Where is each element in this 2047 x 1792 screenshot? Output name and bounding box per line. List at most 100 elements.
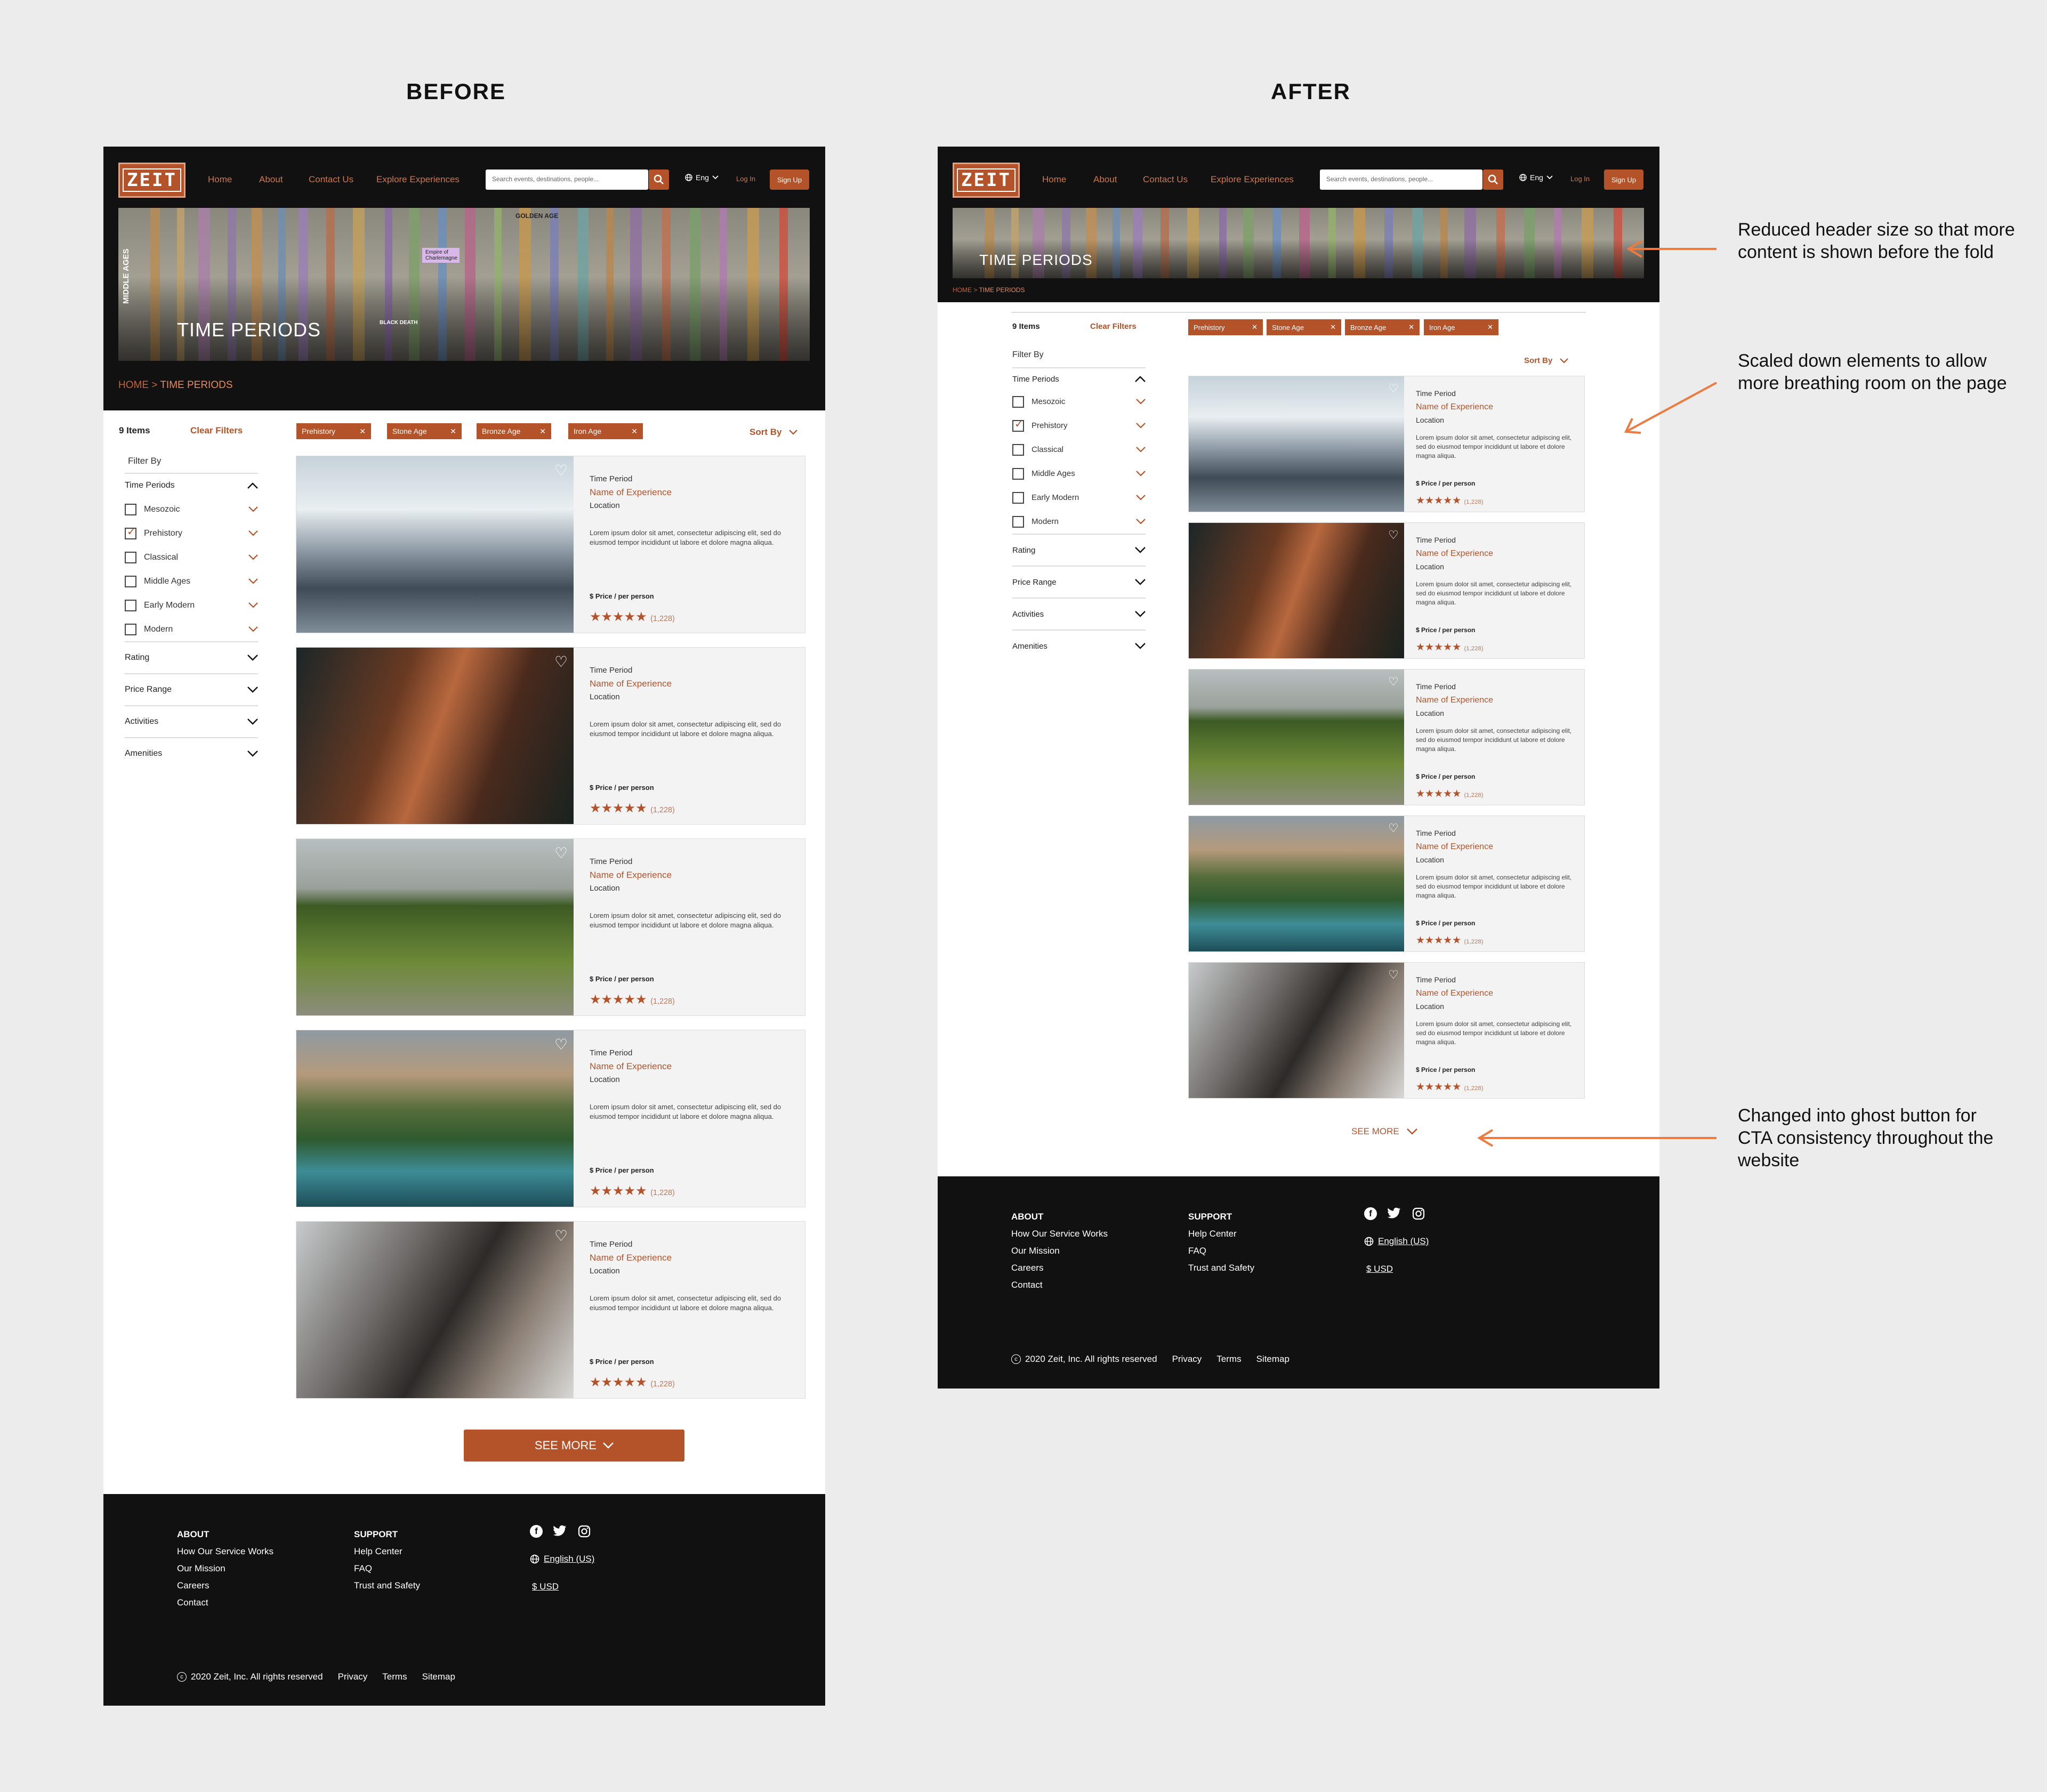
experience-image[interactable] [1189, 963, 1404, 1098]
filter-chip[interactable]: Stone Age ✕ [387, 423, 462, 439]
heart-icon[interactable]: ♡ [1388, 821, 1399, 835]
signup-button[interactable]: Sign Up [1604, 169, 1643, 190]
experience-card[interactable]: ♡ Time Period Name of Experience Locatio… [296, 838, 805, 1016]
login-link[interactable]: Log In [736, 175, 755, 183]
footer-currency[interactable]: $ USD [532, 1581, 559, 1592]
terms-link[interactable]: Terms [382, 1672, 407, 1682]
experience-card[interactable]: ♡ Time Period Name of Experience Locatio… [296, 1030, 805, 1207]
footer-link[interactable]: Trust and Safety [1188, 1260, 1254, 1277]
login-link[interactable]: Log In [1570, 175, 1590, 183]
heart-icon[interactable]: ♡ [1388, 968, 1399, 982]
twitter-icon[interactable] [1388, 1207, 1401, 1219]
rating-toggle[interactable]: Rating [125, 642, 258, 673]
nav-contact[interactable]: Contact Us [1143, 174, 1188, 185]
sitemap-link[interactable]: Sitemap [422, 1672, 455, 1682]
experience-card[interactable]: ♡ Time Period Name of Experience Locatio… [1188, 522, 1585, 659]
heart-icon[interactable]: ♡ [554, 462, 568, 479]
nav-about[interactable]: About [1093, 174, 1117, 185]
see-more-button[interactable]: SEE MORE [464, 1430, 684, 1462]
experience-card[interactable]: ♡ Time Period Name of Experience Locatio… [1188, 962, 1585, 1099]
experience-image[interactable] [1189, 816, 1404, 951]
sitemap-link[interactable]: Sitemap [1256, 1354, 1290, 1365]
nav-explore[interactable]: Explore Experiences [1211, 174, 1294, 185]
footer-link[interactable]: Trust and Safety [354, 1577, 420, 1594]
filter-chip[interactable]: Prehistory ✕ [296, 423, 371, 439]
search-button[interactable] [649, 169, 669, 190]
footer-link[interactable]: FAQ [1188, 1242, 1254, 1260]
footer-link[interactable]: Our Mission [1011, 1242, 1108, 1260]
nav-about[interactable]: About [259, 174, 283, 185]
footer-link[interactable]: Help Center [1188, 1225, 1254, 1242]
privacy-link[interactable]: Privacy [1172, 1354, 1202, 1365]
filter-chip[interactable]: Bronze Age ✕ [1345, 319, 1420, 335]
footer-link[interactable]: Our Mission [177, 1560, 273, 1577]
heart-icon[interactable]: ♡ [1388, 382, 1399, 395]
experience-image[interactable] [296, 839, 574, 1015]
facebook-icon[interactable]: f [1364, 1207, 1377, 1220]
footer-language[interactable]: English (US) [530, 1554, 594, 1564]
price-range-toggle[interactable]: Price Range [125, 674, 258, 705]
experience-card[interactable]: ♡ Time Period Name of Experience Locatio… [296, 1221, 805, 1399]
experience-card[interactable]: ♡ Time Period Name of Experience Locatio… [1188, 669, 1585, 805]
activities-toggle[interactable]: Activities [1012, 599, 1146, 629]
footer-link[interactable]: How Our Service Works [177, 1543, 273, 1560]
search-button[interactable] [1483, 169, 1503, 190]
signup-button[interactable]: Sign Up [770, 169, 809, 190]
amenities-toggle[interactable]: Amenities [1012, 631, 1146, 661]
experience-image[interactable] [296, 456, 574, 633]
zeit-logo[interactable]: ZEIT [953, 163, 1020, 198]
sort-by-dropdown[interactable]: Sort By [1524, 356, 1569, 365]
footer-currency[interactable]: $ USD [1366, 1264, 1393, 1274]
experience-card[interactable]: ♡ Time Period Name of Experience Locatio… [296, 647, 805, 825]
see-more-ghost-button[interactable]: SEE MORE [1351, 1126, 1417, 1137]
experience-card[interactable]: ♡ Time Period Name of Experience Locatio… [1188, 816, 1585, 952]
time-periods-toggle[interactable]: Time Periods [1012, 368, 1146, 390]
card-title[interactable]: Name of Experience [590, 486, 789, 499]
card-title[interactable]: Name of Experience [1416, 987, 1573, 1000]
footer-link[interactable]: How Our Service Works [1011, 1225, 1108, 1242]
filter-chip[interactable]: Iron Age ✕ [568, 423, 643, 439]
filter-chip[interactable]: Prehistory ✕ [1188, 319, 1263, 335]
option-mesozoic[interactable]: Mesozoic [125, 497, 258, 521]
experience-image[interactable] [1189, 376, 1404, 512]
instagram-icon[interactable] [578, 1525, 591, 1538]
nav-contact[interactable]: Contact Us [309, 174, 353, 185]
search-input[interactable]: Search events, destinations, people... [1320, 169, 1482, 190]
heart-icon[interactable]: ♡ [554, 1227, 568, 1245]
option-middle-ages[interactable]: Middle Ages [125, 569, 258, 593]
time-periods-toggle[interactable]: Time Periods [125, 474, 258, 497]
price-range-toggle[interactable]: Price Range [1012, 567, 1146, 598]
card-title[interactable]: Name of Experience [590, 868, 789, 882]
heart-icon[interactable]: ♡ [554, 653, 568, 671]
card-title[interactable]: Name of Experience [1416, 547, 1573, 560]
amenities-toggle[interactable]: Amenities [125, 738, 258, 769]
experience-image[interactable] [1189, 523, 1404, 658]
heart-icon[interactable]: ♡ [554, 1036, 568, 1053]
option-early-modern[interactable]: Early Modern [1012, 486, 1146, 510]
language-selector[interactable]: Eng [1519, 173, 1553, 182]
clear-filters-link[interactable]: Clear Filters [1090, 322, 1137, 331]
nav-home[interactable]: Home [208, 174, 232, 185]
filter-chip[interactable]: Stone Age ✕ [1267, 319, 1341, 335]
zeit-logo[interactable]: ZEIT [118, 163, 186, 198]
breadcrumb-home[interactable]: HOME [953, 286, 972, 294]
option-middle-ages[interactable]: Middle Ages [1012, 462, 1146, 486]
footer-language[interactable]: English (US) [1364, 1236, 1429, 1247]
option-early-modern[interactable]: Early Modern [125, 593, 258, 617]
footer-link[interactable]: Contact [1011, 1277, 1108, 1294]
card-title[interactable]: Name of Experience [1416, 840, 1573, 853]
terms-link[interactable]: Terms [1216, 1354, 1241, 1365]
rating-toggle[interactable]: Rating [1012, 535, 1146, 566]
option-modern[interactable]: Modern [1012, 510, 1146, 534]
heart-icon[interactable]: ♡ [554, 844, 568, 862]
footer-link[interactable]: Careers [177, 1577, 273, 1594]
search-input[interactable]: Search events, destinations, people... [486, 169, 648, 190]
experience-card[interactable]: ♡ Time Period Name of Experience Locatio… [296, 456, 805, 633]
card-title[interactable]: Name of Experience [590, 677, 789, 690]
option-classical[interactable]: Classical [125, 545, 258, 569]
facebook-icon[interactable]: f [530, 1525, 543, 1538]
card-title[interactable]: Name of Experience [1416, 400, 1573, 414]
footer-link[interactable]: Help Center [354, 1543, 420, 1560]
clear-filters-link[interactable]: Clear Filters [190, 425, 243, 436]
option-prehistory[interactable]: Prehistory [1012, 414, 1146, 438]
